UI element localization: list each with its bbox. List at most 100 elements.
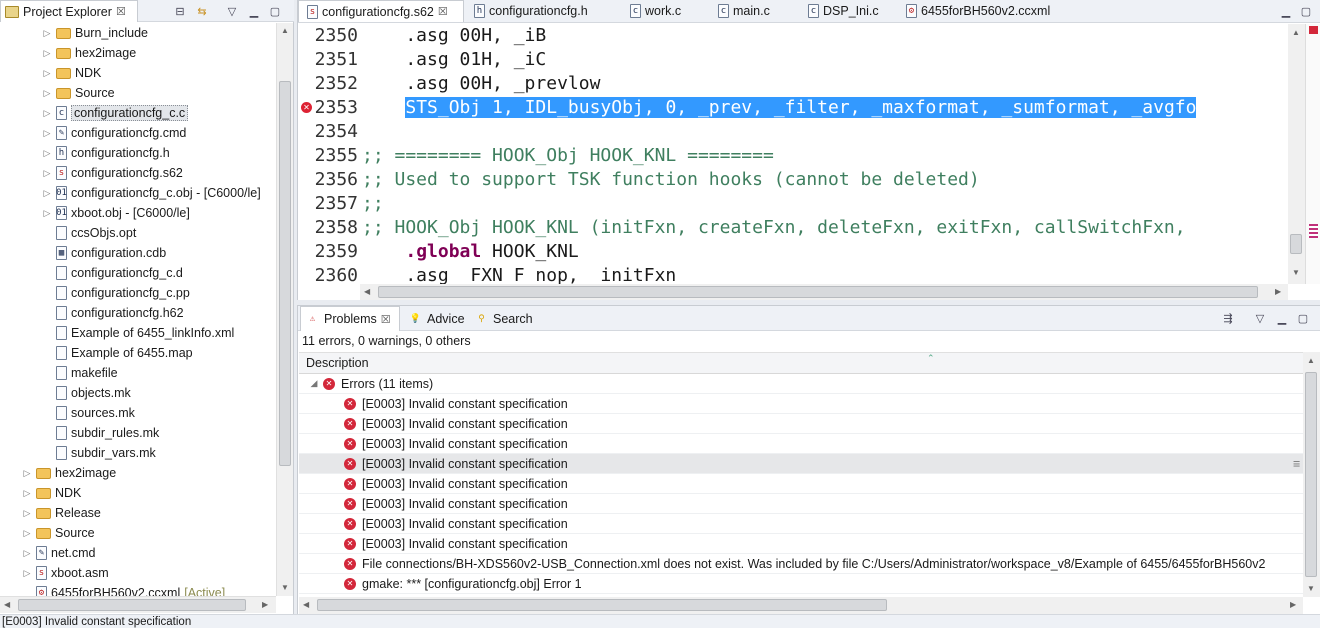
- collapse-all-icon[interactable]: ⊟: [172, 3, 188, 19]
- problem-row[interactable]: ✕ [E0003] Invalid constant specification: [299, 514, 1303, 534]
- error-group-row[interactable]: ◢ ✕ Errors (11 items): [299, 374, 1303, 394]
- description-column-header[interactable]: Description ⌃: [299, 352, 1303, 374]
- editor-tab[interactable]: c work.c: [622, 0, 708, 22]
- focus-icon[interactable]: ⇶: [1220, 310, 1236, 326]
- scroll-up-icon[interactable]: ▲: [1307, 356, 1315, 365]
- expand-arrow-icon[interactable]: ▷: [22, 468, 32, 479]
- problem-row[interactable]: ✕ gmake: *** [configurationcfg.obj] Error…: [299, 574, 1303, 594]
- scroll-down-icon[interactable]: ▼: [1292, 268, 1300, 277]
- expand-arrow-icon[interactable]: ▷: [42, 28, 52, 39]
- problem-row[interactable]: ✕ [E0003] Invalid constant specification: [299, 434, 1303, 454]
- code-line[interactable]: 2351 .asg 01H, _iC: [298, 48, 1288, 72]
- scroll-left-icon[interactable]: ◀: [364, 287, 370, 296]
- scroll-left-icon[interactable]: ◀: [303, 600, 309, 609]
- maximize-icon[interactable]: ▢: [1298, 3, 1314, 19]
- maximize-icon[interactable]: ▢: [267, 3, 283, 19]
- code-line[interactable]: 2350 .asg 00H, _iB: [298, 24, 1288, 48]
- maximize-icon[interactable]: ▢: [1295, 310, 1311, 326]
- scroll-right-icon[interactable]: ▶: [262, 600, 268, 609]
- tab-search[interactable]: ⚲ Search: [470, 306, 540, 331]
- tree-item[interactable]: ▷ 01 xboot.obj - [C6000/le]: [42, 203, 190, 223]
- tree-item[interactable]: subdir_rules.mk: [42, 423, 159, 443]
- expand-arrow-icon[interactable]: ▷: [22, 568, 32, 579]
- problems-vertical-scrollbar[interactable]: ▲ ▼: [1303, 352, 1320, 597]
- row-grip-icon[interactable]: ≡: [1293, 457, 1300, 471]
- tree-item[interactable]: ▷ hex2image: [22, 463, 117, 483]
- editor-vertical-scrollbar[interactable]: ▲ ▼: [1288, 24, 1305, 284]
- editor-horizontal-scrollbar[interactable]: ◀ ▶: [360, 284, 1288, 300]
- tree-item[interactable]: ccsObjs.opt: [42, 223, 136, 243]
- problem-row[interactable]: ✕ [E0003] Invalid constant specification: [299, 534, 1303, 554]
- expand-arrow-icon[interactable]: ▷: [42, 48, 52, 59]
- collapse-arrow-icon[interactable]: ◢: [309, 378, 319, 389]
- project-tree-horizontal-scrollbar[interactable]: ◀ ▶: [0, 596, 276, 613]
- code-line[interactable]: 2355;; ======== HOOK_Obj HOOK_KNL ======…: [298, 144, 1288, 168]
- view-menu-icon[interactable]: ▽: [1252, 310, 1268, 326]
- tab-advice[interactable]: 💡 Advice: [404, 306, 468, 331]
- tree-item[interactable]: configurationcfg.h62: [42, 303, 184, 323]
- problem-row[interactable]: ✕ [E0003] Invalid constant specification: [299, 494, 1303, 514]
- tree-item[interactable]: ▷ ✎ net.cmd: [22, 543, 95, 563]
- error-marker-icon[interactable]: [1309, 26, 1318, 34]
- editor-tab[interactable]: ⚙ 6455forBH560v2.ccxml: [898, 0, 1078, 22]
- expand-arrow-icon[interactable]: ▷: [22, 508, 32, 519]
- tree-item[interactable]: ▷ ✎ configurationcfg.cmd: [42, 123, 186, 143]
- scroll-thumb[interactable]: [1290, 234, 1302, 254]
- tree-item[interactable]: ⚙ 6455forBH560v2.ccxml [Active]: [22, 583, 225, 596]
- tree-item[interactable]: ▷ s xboot.asm: [22, 563, 109, 583]
- annotation-marker-icon[interactable]: [1309, 224, 1318, 238]
- scroll-left-icon[interactable]: ◀: [4, 600, 10, 609]
- tree-item[interactable]: sources.mk: [42, 403, 135, 423]
- tree-item[interactable]: ▷ Source: [42, 83, 115, 103]
- view-menu-icon[interactable]: ▽: [224, 3, 240, 19]
- close-icon[interactable]: ☒: [438, 5, 448, 18]
- expand-arrow-icon[interactable]: ▷: [42, 168, 52, 179]
- expand-arrow-icon[interactable]: ▷: [42, 208, 52, 219]
- expand-arrow-icon[interactable]: ▷: [42, 88, 52, 99]
- scroll-thumb[interactable]: [378, 286, 1258, 298]
- tree-item[interactable]: configurationcfg_c.pp: [42, 283, 190, 303]
- editor-tab[interactable]: c DSP_Ini.c: [800, 0, 896, 22]
- expand-arrow-icon[interactable]: ▷: [22, 488, 32, 499]
- code-line[interactable]: 2358;; HOOK_Obj HOOK_KNL (initFxn, creat…: [298, 216, 1288, 240]
- problem-row[interactable]: ✕ File connections/BH-XDS560v2-USB_Connec…: [299, 554, 1303, 574]
- tree-item[interactable]: ▷ NDK: [42, 63, 102, 83]
- tree-item[interactable]: ▦ configuration.cdb: [42, 243, 166, 263]
- tree-item[interactable]: ▷ c configurationcfg_c.c: [42, 103, 189, 123]
- scroll-thumb[interactable]: [1305, 372, 1317, 577]
- close-icon[interactable]: ☒: [116, 5, 126, 18]
- expand-arrow-icon[interactable]: ▷: [22, 528, 32, 539]
- code-area[interactable]: 2350 .asg 00H, _iB 2351 .asg 01H, _iC 2352…: [298, 24, 1288, 284]
- tree-item[interactable]: ▷ NDK: [22, 483, 82, 503]
- problem-row[interactable]: ✕ [E0003] Invalid constant specification: [299, 414, 1303, 434]
- tree-item[interactable]: ▷ h configurationcfg.h: [42, 143, 170, 163]
- scroll-down-icon[interactable]: ▼: [1307, 584, 1315, 593]
- code-line[interactable]: 2354: [298, 120, 1288, 144]
- tree-item[interactable]: ▷ 01 configurationcfg_c.obj - [C6000/le]: [42, 183, 261, 203]
- expand-arrow-icon[interactable]: ▷: [42, 108, 52, 119]
- tree-item[interactable]: makefile: [42, 363, 118, 383]
- tree-item[interactable]: ▷ s configurationcfg.s62: [42, 163, 183, 183]
- expand-arrow-icon[interactable]: ▷: [42, 68, 52, 79]
- tree-item[interactable]: Example of 6455.map: [42, 343, 193, 363]
- tree-item[interactable]: Example of 6455_linkInfo.xml: [42, 323, 234, 343]
- overview-ruler[interactable]: [1305, 24, 1320, 284]
- scroll-up-icon[interactable]: ▲: [1292, 28, 1300, 37]
- problem-row[interactable]: ✕ [E0003] Invalid constant specification ≡: [299, 454, 1303, 474]
- editor-tab[interactable]: c main.c: [710, 0, 798, 22]
- editor-tab[interactable]: h configurationcfg.h: [466, 0, 620, 22]
- code-line[interactable]: 2352 .asg 00H, _prevlow: [298, 72, 1288, 96]
- link-with-editor-icon[interactable]: ⇆: [194, 3, 210, 19]
- expand-arrow-icon[interactable]: ▷: [42, 128, 52, 139]
- tab-project-explorer[interactable]: Project Explorer ☒: [0, 0, 138, 22]
- error-marker-icon[interactable]: ✕: [301, 102, 312, 113]
- expand-arrow-icon[interactable]: ▷: [42, 148, 52, 159]
- scroll-right-icon[interactable]: ▶: [1275, 287, 1281, 296]
- tree-item[interactable]: ▷ Source: [22, 523, 95, 543]
- project-tree-vertical-scrollbar[interactable]: ▲ ▼: [276, 23, 293, 596]
- editor-tab[interactable]: s configurationcfg.s62 ☒: [298, 0, 464, 22]
- problem-row[interactable]: ✕ [E0003] Invalid constant specification: [299, 394, 1303, 414]
- minimize-icon[interactable]: ▁: [246, 3, 262, 19]
- scroll-thumb[interactable]: [18, 599, 246, 611]
- minimize-icon[interactable]: ▁: [1278, 3, 1294, 19]
